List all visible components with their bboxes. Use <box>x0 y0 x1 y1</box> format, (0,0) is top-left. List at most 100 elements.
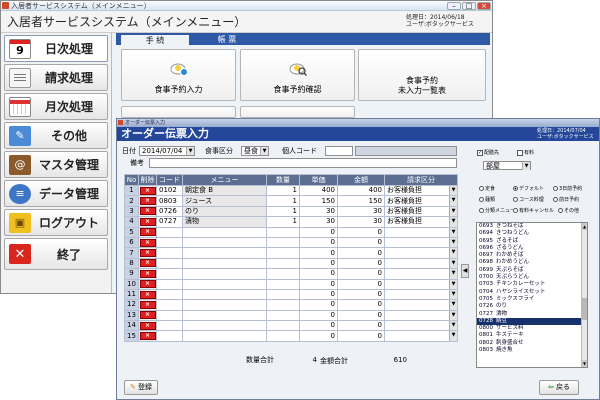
row-qty[interactable] <box>266 226 300 238</box>
meal-reservation-check-card[interactable]: 食事予約確認 <box>240 49 355 101</box>
row-qty[interactable] <box>266 257 300 270</box>
list-item[interactable]: 0727 漬物 <box>477 311 587 318</box>
menu-exit-button[interactable]: ✕ 終了 <box>4 238 108 270</box>
opt-3day[interactable]: 3日前予約 <box>553 185 582 193</box>
row-billing[interactable]: ▼ <box>384 320 458 332</box>
row-qty[interactable] <box>266 288 300 301</box>
row-billing[interactable]: ▼ <box>384 268 458 280</box>
personal-code-input[interactable] <box>325 146 353 156</box>
delete-row-button[interactable]: × <box>139 332 156 341</box>
row-code[interactable]: 0727 <box>156 216 183 228</box>
date-select[interactable]: 2014/07/04 ▼ <box>139 146 195 156</box>
row-qty[interactable] <box>266 309 300 322</box>
delivery-checkbox[interactable]: ✓ 配膳先 <box>477 149 499 157</box>
row-code[interactable] <box>156 226 183 238</box>
row-code[interactable] <box>156 257 183 270</box>
row-billing[interactable]: ▼ <box>384 299 458 311</box>
opt-category[interactable]: 分類メニュー <box>479 207 515 215</box>
delete-row-button[interactable]: × <box>139 290 156 299</box>
row-code[interactable] <box>156 247 183 259</box>
list-item[interactable]: 0696 ざるうどん <box>477 245 587 252</box>
menu-billing-button[interactable]: 請求処理 <box>4 64 108 91</box>
row-code[interactable] <box>156 330 183 342</box>
delete-row-button[interactable]: × <box>139 259 156 268</box>
opt-other[interactable]: その他 <box>558 207 579 215</box>
row-code[interactable] <box>156 278 183 290</box>
meal-reservation-input-card[interactable]: 食事予約入力 <box>121 49 236 101</box>
delete-row-button[interactable]: × <box>139 228 156 237</box>
row-billing[interactable]: お客様負担 ▼ <box>384 184 458 197</box>
meal-unentered-list-card[interactable]: 食事予約 未入力一覧表 <box>358 49 486 101</box>
tab-procedures[interactable]: 手 続 <box>120 34 190 45</box>
delete-row-button[interactable]: × <box>139 300 156 309</box>
listbox-scrollbar[interactable]: ▲ ▼ <box>581 223 587 367</box>
menu-master-button[interactable]: @ マスタ管理 <box>4 151 108 178</box>
list-item[interactable]: 0698 わかめうどん <box>477 259 587 266</box>
row-qty[interactable]: 1 <box>266 184 300 197</box>
row-code[interactable] <box>156 320 183 332</box>
row-qty[interactable] <box>266 330 300 342</box>
opt-paid-cancel[interactable]: 有料キャンセル <box>513 207 554 215</box>
delete-row-button[interactable]: × <box>139 197 156 206</box>
menu-data-button[interactable]: ≡ データ管理 <box>4 180 108 207</box>
row-qty[interactable] <box>266 247 300 259</box>
row-code[interactable] <box>156 288 183 301</box>
row-qty[interactable]: 1 <box>266 216 300 228</box>
pay-checkbox[interactable]: 有料 <box>517 149 534 157</box>
row-billing[interactable]: ▼ <box>384 236 458 249</box>
row-qty[interactable] <box>266 236 300 249</box>
location-select[interactable]: 部屋 ▼ <box>483 161 531 170</box>
menu-logout-button[interactable]: ▣ ログアウト <box>4 209 108 236</box>
menu-monthly-button[interactable]: 月次処理 <box>4 93 108 120</box>
opt-set-meal[interactable]: 定食 <box>479 185 495 193</box>
tab-reports[interactable]: 帳 票 <box>192 34 262 45</box>
delete-row-button[interactable]: × <box>139 207 156 216</box>
row-billing[interactable]: ▼ <box>384 247 458 259</box>
row-qty[interactable] <box>266 268 300 280</box>
list-item[interactable]: 0728 納豆 <box>477 317 587 326</box>
delete-row-button[interactable]: × <box>139 238 156 247</box>
menu-daily-button[interactable]: 9 日次処理 <box>4 35 108 62</box>
row-code[interactable]: 0803 <box>156 195 183 207</box>
row-billing[interactable]: ▼ <box>384 278 458 290</box>
close-window-icon[interactable]: × <box>477 2 491 10</box>
list-item[interactable]: 0802 刺身盛合せ <box>477 340 587 347</box>
opt-prev-day[interactable]: 前日予約 <box>553 196 579 204</box>
row-code[interactable]: 0726 <box>156 205 183 218</box>
row-code[interactable] <box>156 299 183 311</box>
row-billing[interactable]: ▼ <box>384 257 458 270</box>
delete-row-button[interactable]: × <box>139 321 156 330</box>
list-item[interactable]: 0694 きつねうどん <box>477 230 587 237</box>
list-item[interactable]: 0803 焼き魚 <box>477 347 587 354</box>
row-billing[interactable]: ▼ <box>384 309 458 322</box>
row-billing[interactable]: お客様負担 ▼ <box>384 195 458 207</box>
list-item[interactable]: 0699 天ぷらそば <box>477 267 587 274</box>
opt-default[interactable]: デフォルト <box>513 185 544 193</box>
chevron-left-icon[interactable]: ◀ <box>461 264 469 278</box>
opt-course[interactable]: コース料理 <box>513 196 544 204</box>
row-qty[interactable] <box>266 278 300 290</box>
list-item[interactable]: 0695 ざるそば <box>477 238 587 245</box>
remarks-input[interactable] <box>149 158 457 168</box>
row-billing[interactable]: お客様負担 ▼ <box>384 205 458 218</box>
delete-row-button[interactable]: × <box>139 217 156 226</box>
row-code[interactable] <box>156 268 183 280</box>
row-code[interactable]: 0102 <box>156 184 183 197</box>
list-item[interactable]: 0801 牛ステーキ <box>477 332 587 339</box>
delete-row-button[interactable]: × <box>139 311 156 320</box>
list-item[interactable]: 0704 ハヤシライスセット <box>477 289 587 296</box>
row-code[interactable] <box>156 309 183 322</box>
row-code[interactable] <box>156 236 183 249</box>
delete-row-button[interactable]: × <box>139 186 156 195</box>
food-listbox[interactable]: 0693 きつねそば 0694 きつねうどん 0695 ざるそば 0696 ざるうどん 0697… <box>476 222 588 368</box>
list-item[interactable]: 0697 わかめそば <box>477 252 587 259</box>
list-item[interactable]: 0693 きつねそば <box>477 223 587 230</box>
row-billing[interactable]: ▼ <box>384 288 458 301</box>
list-item[interactable]: 0703 チキンカレーセット <box>477 281 587 288</box>
row-qty[interactable]: 1 <box>266 205 300 218</box>
register-button[interactable]: ✎ 登録 <box>124 380 158 395</box>
delete-row-button[interactable]: × <box>139 280 156 289</box>
row-qty[interactable] <box>266 299 300 311</box>
row-billing[interactable]: ▼ <box>384 330 458 342</box>
row-billing[interactable]: お客様負担 ▼ <box>384 216 458 228</box>
